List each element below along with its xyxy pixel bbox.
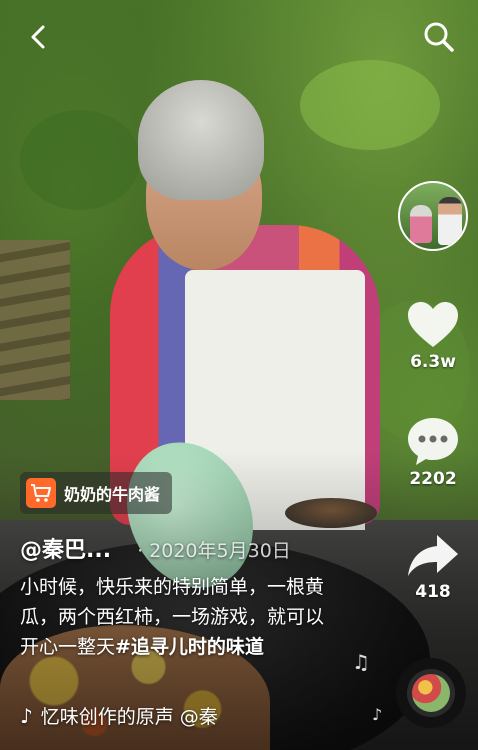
author-avatar[interactable] (398, 181, 468, 251)
avatar-person (438, 197, 462, 245)
product-tag[interactable]: 奶奶的牛肉酱 (20, 472, 173, 514)
video-caption: 小时候，快乐来的特别简单，一根黄瓜，两个西红柿，一场游戏，就可以开心一整天#追寻… (20, 572, 342, 662)
share-button[interactable]: 418 (400, 532, 466, 602)
tiktok-note-icon: ♪ (20, 703, 33, 728)
music-text: 忆味创作的原声 @秦 (40, 706, 218, 728)
comment-count: 2202 (409, 469, 457, 489)
share-arrow-icon (408, 535, 458, 576)
search-button[interactable] (422, 20, 456, 54)
music-info[interactable]: ♪ 忆味创作的原声 @秦 (20, 702, 218, 729)
comment-button[interactable]: 2202 (400, 415, 466, 489)
hashtag-link[interactable]: #追寻儿时的味道 (115, 636, 264, 658)
author-row: @秦巴... · 2020年5月30日 (20, 532, 291, 564)
foliage-patch (20, 110, 140, 210)
music-note-icon: ♫ (352, 650, 370, 674)
person-hair (138, 80, 264, 200)
like-button[interactable]: 6.3w (400, 300, 466, 372)
comment-bubble-icon (408, 418, 458, 465)
stone-wall (0, 240, 70, 400)
search-icon (424, 22, 454, 52)
product-label: 奶奶的牛肉酱 (64, 485, 161, 504)
foliage-patch (300, 60, 440, 150)
heart-icon (408, 302, 458, 347)
chevron-left-icon (31, 25, 45, 49)
share-count: 418 (415, 582, 451, 602)
music-cover (412, 674, 450, 712)
author-name[interactable]: @秦巴... (20, 532, 111, 564)
music-note-icon: ♪ (372, 705, 383, 724)
music-disc[interactable] (396, 658, 466, 728)
shopping-cart-icon (26, 478, 56, 508)
post-date: · 2020年5月30日 (137, 540, 291, 562)
back-button[interactable] (24, 22, 54, 52)
like-count: 6.3w (410, 352, 456, 372)
avatar-person (410, 205, 432, 243)
